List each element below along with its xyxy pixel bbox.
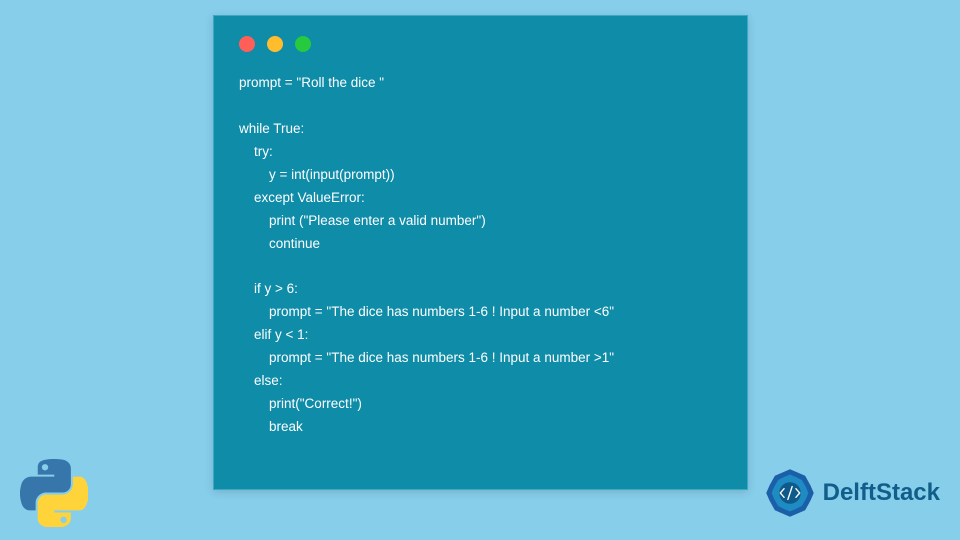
window-minimize-dot <box>267 36 283 52</box>
delftstack-logo: DelftStack <box>763 466 940 520</box>
delftstack-brand-text: DelftStack <box>823 479 940 507</box>
code-content: prompt = "Roll the dice " while True: tr… <box>214 52 747 464</box>
window-close-dot <box>239 36 255 52</box>
window-maximize-dot <box>295 36 311 52</box>
code-window: prompt = "Roll the dice " while True: tr… <box>213 15 748 490</box>
delftstack-emblem-icon <box>763 466 817 520</box>
window-controls <box>214 16 747 52</box>
python-logo-icon <box>20 459 88 532</box>
